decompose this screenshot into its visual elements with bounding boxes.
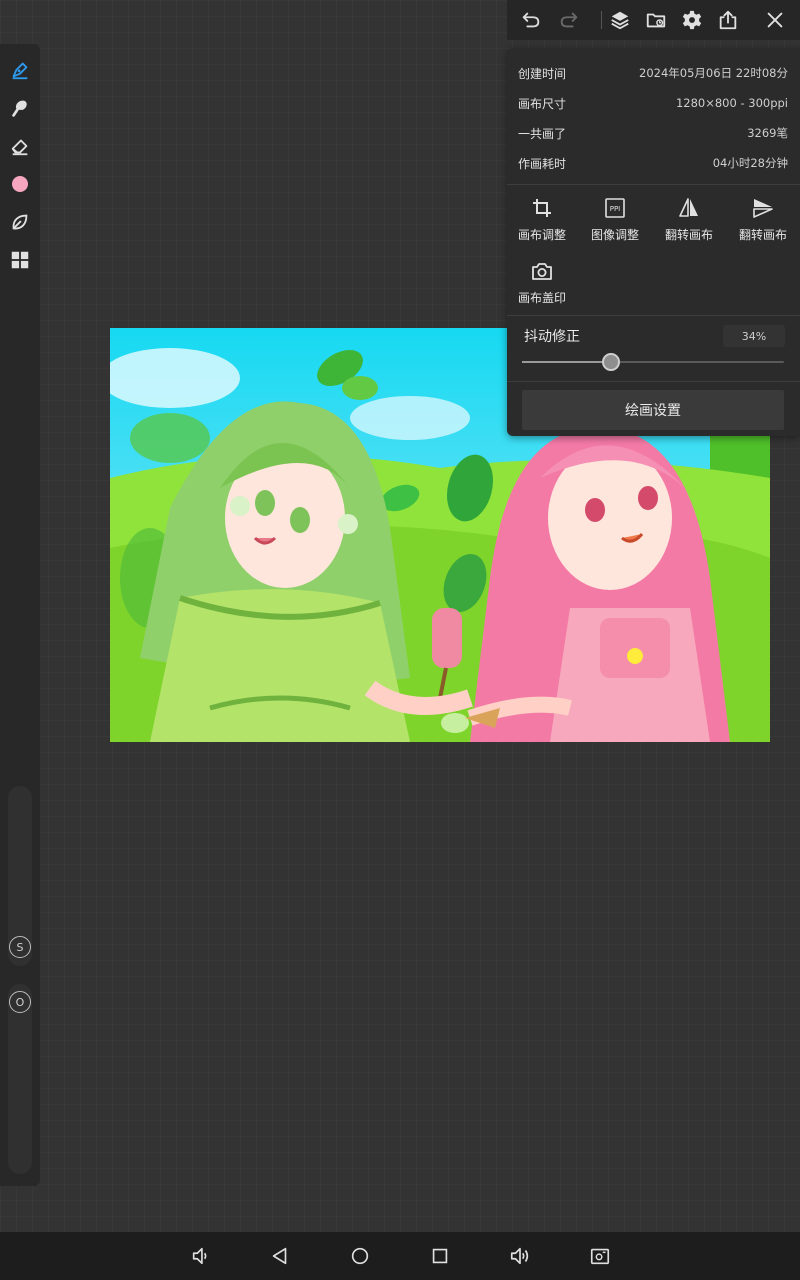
action-label: 画布调整 (517, 228, 566, 242)
export-button[interactable] (714, 6, 742, 34)
back-button[interactable] (268, 1244, 292, 1268)
info-value: 1280×800 - 300ppi (675, 96, 788, 110)
redo-button[interactable] (555, 6, 583, 34)
action-label: 画布盖印 (517, 291, 566, 305)
info-label: 作画耗时 (518, 156, 567, 171)
undo-button[interactable] (517, 6, 545, 34)
volume-up-button[interactable] (508, 1244, 532, 1268)
canvas-adjust-button[interactable]: 画布调整 (506, 196, 578, 252)
brush-size-handle[interactable]: S (9, 936, 31, 958)
settings-menu: 创建时间 2024年05月06日 22时08分 画布尺寸 1280×800 - … (507, 48, 800, 436)
gallery-button[interactable] (642, 6, 670, 34)
divider (507, 315, 800, 316)
info-label: 画布尺寸 (518, 96, 567, 111)
brush-icon (12, 62, 28, 80)
divider (507, 381, 800, 382)
leaf-icon (12, 214, 28, 230)
stabilizer-thumb[interactable] (602, 353, 621, 371)
action-label: 翻转画布 (738, 228, 787, 242)
camera-icon (532, 263, 552, 280)
brush-opacity-label: O (15, 995, 25, 1009)
recents-icon (432, 1248, 448, 1264)
info-value: 3269笔 (747, 126, 788, 140)
recents-button[interactable] (428, 1244, 452, 1268)
share-icon (719, 10, 737, 30)
flip-horizontal-icon (679, 198, 698, 217)
info-label: 创建时间 (518, 66, 567, 81)
action-label: 图像调整 (590, 228, 639, 242)
info-value: 2024年05月06日 22时08分 (639, 66, 788, 80)
material-tool[interactable] (0, 242, 40, 278)
stabilizer-slider[interactable] (522, 353, 784, 371)
layers-icon (611, 11, 629, 30)
info-value: 04小时28分钟 (712, 156, 788, 170)
volume-down-icon (192, 1247, 207, 1265)
ppi-icon-text: PPI (610, 205, 621, 213)
top-toolbar (507, 0, 800, 40)
color-picker[interactable] (0, 166, 40, 202)
drawing-settings-button[interactable]: 绘画设置 (522, 390, 784, 430)
canvas-stamp-button[interactable]: 画布盖印 (506, 259, 578, 315)
stabilizer-value[interactable]: 34% (723, 325, 785, 347)
screenshot-icon (590, 1248, 610, 1265)
divider (507, 184, 800, 185)
brush-tool[interactable] (0, 52, 40, 88)
gear-icon (682, 10, 702, 30)
grid-icon (11, 251, 29, 269)
undo-icon (522, 12, 540, 28)
home-button[interactable] (348, 1244, 372, 1268)
color-swatch (12, 176, 28, 192)
screenshot-button[interactable] (588, 1244, 612, 1268)
stabilizer-fill (522, 361, 612, 363)
system-nav-bar (0, 1232, 800, 1280)
smudge-tool[interactable] (0, 90, 40, 126)
folder-icon (646, 13, 666, 28)
left-toolbar: S O (0, 44, 40, 1186)
redo-icon (560, 12, 578, 28)
info-row-strokes: 一共画了 3269笔 (518, 118, 788, 148)
toolbar-divider (601, 11, 602, 29)
brush-opacity-handle[interactable]: O (9, 991, 31, 1013)
info-label: 一共画了 (518, 126, 567, 141)
info-row-size: 画布尺寸 1280×800 - 300ppi (518, 88, 788, 118)
eraser-icon (11, 139, 28, 156)
flip-horizontal-button[interactable]: 翻转画布 (653, 196, 725, 252)
flip-vertical-button[interactable]: 翻转画布 (727, 196, 799, 252)
brush-size-label: S (16, 940, 24, 954)
back-icon (272, 1247, 287, 1265)
stabilizer-label: 抖动修正 (524, 329, 580, 345)
crop-icon (533, 199, 551, 217)
smudge-icon (12, 100, 27, 117)
flip-vertical-icon (753, 199, 773, 218)
info-row-created: 创建时间 2024年05月06日 22时08分 (518, 58, 788, 88)
ppi-icon: PPI (605, 198, 625, 218)
eraser-tool[interactable] (0, 128, 40, 164)
close-icon (767, 12, 783, 28)
home-icon (351, 1247, 369, 1265)
volume-up-icon (510, 1247, 529, 1265)
close-button[interactable] (761, 6, 789, 34)
shape-tool[interactable] (0, 204, 40, 240)
volume-down-button[interactable] (189, 1244, 213, 1268)
image-adjust-button[interactable]: PPI 图像调整 (579, 196, 651, 252)
info-row-duration: 作画耗时 04小时28分钟 (518, 148, 788, 178)
layers-button[interactable] (606, 6, 634, 34)
settings-button[interactable] (678, 6, 706, 34)
action-label: 翻转画布 (664, 228, 713, 242)
